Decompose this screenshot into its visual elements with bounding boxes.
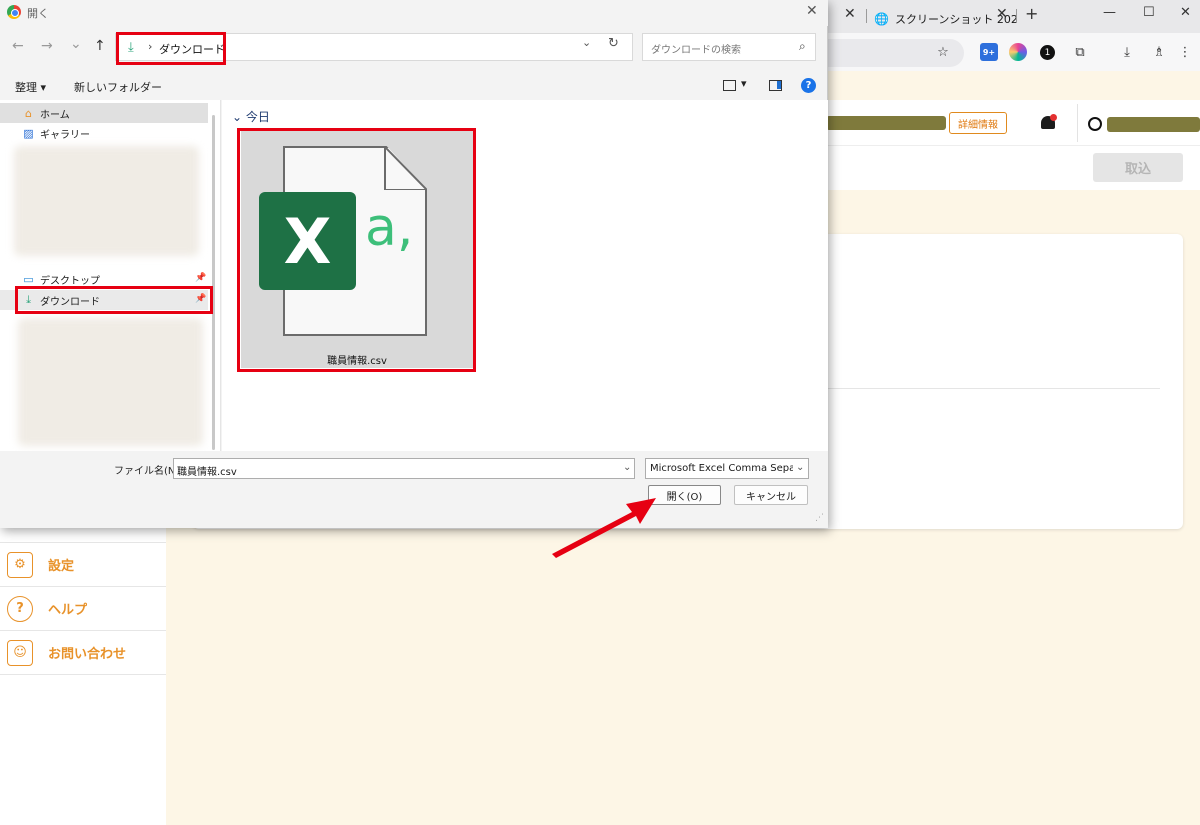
- cancel-button[interactable]: キャンセル: [734, 485, 808, 505]
- nav-item-home[interactable]: ⌂ ホーム: [0, 103, 208, 123]
- chevron-down-icon[interactable]: ⌄: [582, 36, 591, 49]
- annotation-arrow: [552, 498, 656, 558]
- detail-info-button[interactable]: 詳細情報: [949, 112, 1007, 134]
- preview-pane-icon[interactable]: [769, 80, 782, 91]
- chevron-down-icon[interactable]: ⌄: [623, 462, 631, 473]
- bell-icon[interactable]: [1040, 114, 1057, 132]
- nav-item-label: ダウンロード: [40, 296, 100, 308]
- download-icon[interactable]: ⤓: [1118, 43, 1136, 61]
- maximize-button[interactable]: ☐: [1143, 5, 1155, 20]
- globe-icon: 🌐: [874, 11, 889, 26]
- app-sidebar: ⚙ 設定 ? ヘルプ ☺ お問い合わせ: [0, 525, 166, 825]
- sidebar-item-contact[interactable]: ☺ お問い合わせ: [0, 631, 166, 675]
- search-icon: ⌕: [799, 39, 806, 53]
- dialog-close-button[interactable]: ✕: [806, 3, 818, 19]
- window-close-button[interactable]: ✕: [1180, 5, 1191, 20]
- download-icon: ⤓: [128, 40, 134, 55]
- search-placeholder: ダウンロードの検索: [651, 45, 741, 56]
- download-icon: ⤓: [26, 293, 31, 306]
- resize-grip-icon[interactable]: ⋰: [815, 513, 824, 523]
- file-type-select[interactable]: Microsoft Excel Comma Separated Values F…: [645, 458, 809, 479]
- file-name-input[interactable]: 職員情報.csv ⌄: [173, 458, 635, 479]
- nav-item-label: デスクトップ: [40, 275, 100, 287]
- organize-button[interactable]: 整理 ▾: [15, 79, 46, 95]
- breadcrumb-separator: ›: [148, 40, 153, 53]
- nav-item-desktop[interactable]: ▭ デスクトップ: [0, 269, 208, 289]
- sidebar-item-help[interactable]: ? ヘルプ: [0, 587, 166, 631]
- dialog-title: 開く: [27, 7, 49, 20]
- nav-pane-scrollbar[interactable]: [212, 115, 215, 450]
- command-bar: 整理 ▾ 新しいフォルダー ▾: [0, 72, 828, 100]
- account-icon[interactable]: ♗: [1150, 43, 1168, 61]
- tab-separator: [1016, 9, 1017, 23]
- import-button[interactable]: 取込: [1093, 153, 1183, 182]
- refresh-button[interactable]: ↻: [608, 36, 619, 51]
- menu-icon[interactable]: ⋮: [1176, 43, 1194, 61]
- group-header-label: 今日: [245, 110, 270, 124]
- pin-icon: 📌: [195, 294, 207, 304]
- sidebar-item-settings[interactable]: ⚙ 設定: [0, 543, 166, 587]
- file-name-label: 職員情報.csv: [327, 356, 387, 367]
- redacted-username: [1107, 117, 1200, 132]
- extensions-icon[interactable]: ⧉: [1071, 43, 1089, 61]
- card-divider: [828, 388, 1160, 389]
- dialog-title-bar: 開く ✕: [0, 0, 828, 26]
- gallery-icon: ▨: [23, 126, 34, 140]
- gear-icon: ⚙: [7, 551, 33, 578]
- new-folder-button[interactable]: 新しいフォルダー: [74, 79, 162, 95]
- search-input[interactable]: ダウンロードの検索 ⌕: [642, 33, 816, 61]
- chrome-icon: [7, 5, 21, 19]
- page-fold-icon: [384, 146, 427, 190]
- file-name-value: 職員情報.csv: [177, 467, 237, 478]
- csv-text-icon: a,: [365, 198, 414, 258]
- minimize-button[interactable]: —: [1103, 5, 1116, 20]
- blurred-content: [18, 318, 203, 446]
- tab-separator: [866, 9, 867, 23]
- nav-item-label: ホーム: [40, 109, 70, 121]
- tab-close-icon[interactable]: ✕: [996, 6, 1008, 22]
- nav-item-gallery[interactable]: ▨ ギャラリー: [0, 123, 208, 143]
- new-tab-button[interactable]: +: [1025, 4, 1038, 23]
- location-bar[interactable]: ⤓ › ダウンロード: [115, 33, 633, 61]
- breadcrumb-downloads[interactable]: ダウンロード: [159, 41, 225, 57]
- group-header[interactable]: ⌄ 今日: [232, 108, 270, 125]
- password-manager-icon[interactable]: 1: [1040, 45, 1055, 60]
- extension-badge-icon[interactable]: 9+: [980, 43, 998, 61]
- chevron-down-icon: ⌄: [796, 462, 805, 473]
- question-icon: ?: [7, 595, 33, 622]
- sidebar-item-label: お問い合わせ: [48, 647, 127, 662]
- notification-dot: [1050, 114, 1057, 121]
- color-picker-icon[interactable]: [1009, 43, 1027, 61]
- sidebar-item-label: 設定: [48, 559, 75, 574]
- desktop-icon: ▭: [23, 272, 34, 286]
- star-icon[interactable]: ☆: [934, 43, 952, 61]
- nav-item-label: ギャラリー: [40, 129, 90, 141]
- help-icon[interactable]: ?: [801, 78, 816, 93]
- home-icon: ⌂: [25, 106, 32, 120]
- header-divider: [1077, 104, 1078, 142]
- sidebar-item-label: ヘルプ: [48, 603, 88, 618]
- view-dropdown[interactable]: ▾: [741, 77, 747, 90]
- redacted-text: [826, 116, 946, 130]
- forward-button[interactable]: →: [41, 38, 53, 54]
- pin-icon: 📌: [195, 273, 207, 283]
- back-button[interactable]: ←: [12, 38, 24, 54]
- excel-icon: X: [259, 192, 356, 290]
- user-icon[interactable]: [1088, 117, 1102, 131]
- up-button[interactable]: ↑: [94, 38, 106, 54]
- tab-close-icon[interactable]: ✕: [844, 6, 856, 22]
- nav-item-downloads[interactable]: ⤓ ダウンロード: [0, 290, 208, 310]
- support-agent-icon: ☺: [7, 639, 33, 666]
- blurred-content: [14, 146, 199, 256]
- recent-locations-button[interactable]: ⌄: [70, 36, 82, 52]
- view-icon[interactable]: [723, 80, 736, 91]
- file-type-value: Microsoft Excel Comma Separated Values F…: [650, 463, 793, 474]
